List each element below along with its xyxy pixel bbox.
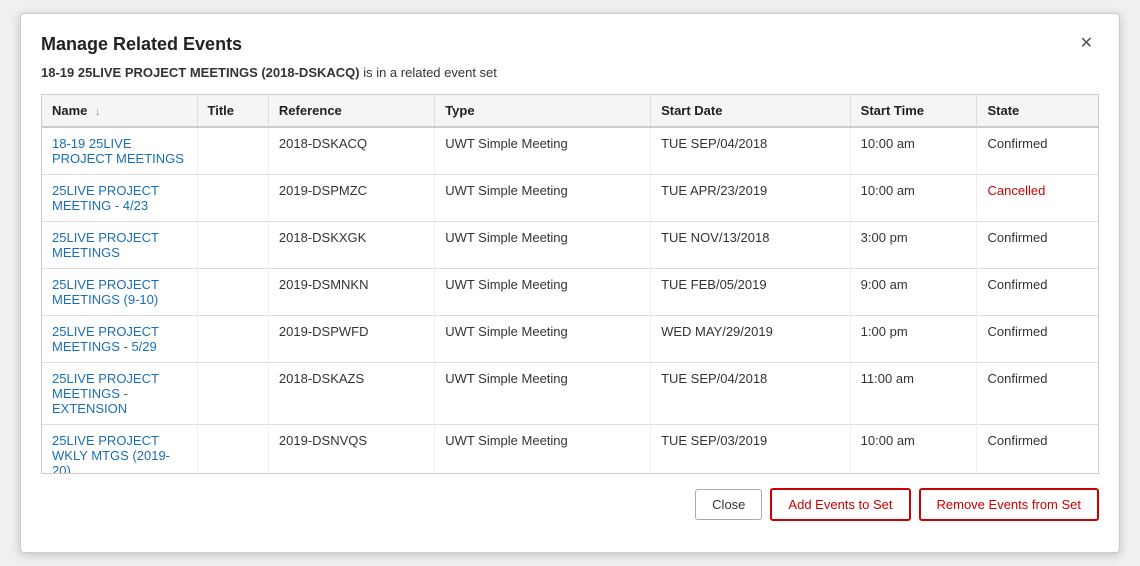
cell-type: UWT Simple Meeting — [435, 222, 651, 269]
cell-state: Confirmed — [977, 363, 1098, 425]
table-body: 18-19 25LIVE PROJECT MEETINGS 2018-DSKAC… — [42, 127, 1098, 474]
cell-reference: 2019-DSPMZC — [268, 175, 434, 222]
cell-name[interactable]: 25LIVE PROJECT MEETINGS — [42, 222, 197, 269]
cell-state: Confirmed — [977, 316, 1098, 363]
table-row: 25LIVE PROJECT MEETINGS 2018-DSKXGK UWT … — [42, 222, 1098, 269]
cell-type: UWT Simple Meeting — [435, 316, 651, 363]
table-row: 25LIVE PROJECT MEETINGS - 5/29 2019-DSPW… — [42, 316, 1098, 363]
cell-title — [197, 316, 268, 363]
close-icon[interactable]: ✕ — [1074, 34, 1099, 54]
cell-title — [197, 222, 268, 269]
cell-title — [197, 269, 268, 316]
subtitle: 18-19 25LIVE PROJECT MEETINGS (2018-DSKA… — [41, 65, 1099, 80]
add-events-button[interactable]: Add Events to Set — [770, 488, 910, 521]
modal-header: Manage Related Events ✕ — [41, 34, 1099, 55]
col-type: Type — [435, 95, 651, 127]
cell-start-time: 1:00 pm — [850, 316, 977, 363]
cell-title — [197, 363, 268, 425]
cell-start-time: 9:00 am — [850, 269, 977, 316]
table-row: 25LIVE PROJECT WKLY MTGS (2019-20) 2019-… — [42, 425, 1098, 475]
cell-reference: 2018-DSKAZS — [268, 363, 434, 425]
cell-state: Confirmed — [977, 222, 1098, 269]
modal-title: Manage Related Events — [41, 34, 242, 55]
cell-type: UWT Simple Meeting — [435, 425, 651, 475]
col-state: State — [977, 95, 1098, 127]
cell-reference: 2019-DSNVQS — [268, 425, 434, 475]
table-row: 25LIVE PROJECT MEETINGS - EXTENSION 2018… — [42, 363, 1098, 425]
cell-state: Cancelled — [977, 175, 1098, 222]
cell-type: UWT Simple Meeting — [435, 269, 651, 316]
events-table-container: Name ↓ Title Reference Type Start Date S… — [41, 94, 1099, 474]
sort-arrow-name: ↓ — [95, 106, 101, 118]
cell-state: Confirmed — [977, 425, 1098, 475]
col-reference: Reference — [268, 95, 434, 127]
subtitle-bold: 18-19 25LIVE PROJECT MEETINGS (2018-DSKA… — [41, 65, 360, 80]
cell-title — [197, 425, 268, 475]
cell-title — [197, 127, 268, 175]
cell-start-date: WED MAY/29/2019 — [651, 316, 851, 363]
cell-reference: 2019-DSMNKN — [268, 269, 434, 316]
cell-title — [197, 175, 268, 222]
cell-state: Confirmed — [977, 127, 1098, 175]
modal-footer: Close Add Events to Set Remove Events fr… — [41, 488, 1099, 521]
subtitle-rest: is in a related event set — [360, 65, 497, 80]
table-header: Name ↓ Title Reference Type Start Date S… — [42, 95, 1098, 127]
col-title: Title — [197, 95, 268, 127]
col-start-date: Start Date — [651, 95, 851, 127]
cell-start-date: TUE SEP/04/2018 — [651, 127, 851, 175]
cell-start-time: 10:00 am — [850, 127, 977, 175]
cell-type: UWT Simple Meeting — [435, 127, 651, 175]
cell-start-date: TUE SEP/04/2018 — [651, 363, 851, 425]
close-button[interactable]: Close — [695, 489, 762, 520]
manage-related-events-modal: Manage Related Events ✕ 18-19 25LIVE PRO… — [20, 13, 1120, 553]
table-row: 25LIVE PROJECT MEETING - 4/23 2019-DSPMZ… — [42, 175, 1098, 222]
cell-reference: 2018-DSKXGK — [268, 222, 434, 269]
table-row: 18-19 25LIVE PROJECT MEETINGS 2018-DSKAC… — [42, 127, 1098, 175]
col-start-time: Start Time — [850, 95, 977, 127]
cell-name[interactable]: 18-19 25LIVE PROJECT MEETINGS — [42, 127, 197, 175]
cell-name[interactable]: 25LIVE PROJECT MEETINGS - EXTENSION — [42, 363, 197, 425]
events-table: Name ↓ Title Reference Type Start Date S… — [42, 95, 1098, 474]
cell-name[interactable]: 25LIVE PROJECT MEETINGS (9-10) — [42, 269, 197, 316]
cell-start-time: 10:00 am — [850, 425, 977, 475]
table-row: 25LIVE PROJECT MEETINGS (9-10) 2019-DSMN… — [42, 269, 1098, 316]
cell-type: UWT Simple Meeting — [435, 363, 651, 425]
cell-start-date: TUE SEP/03/2019 — [651, 425, 851, 475]
cell-type: UWT Simple Meeting — [435, 175, 651, 222]
cell-reference: 2018-DSKACQ — [268, 127, 434, 175]
cell-start-date: TUE FEB/05/2019 — [651, 269, 851, 316]
cell-reference: 2019-DSPWFD — [268, 316, 434, 363]
cell-start-date: TUE APR/23/2019 — [651, 175, 851, 222]
cell-start-time: 11:00 am — [850, 363, 977, 425]
col-name[interactable]: Name ↓ — [42, 95, 197, 127]
cell-start-time: 10:00 am — [850, 175, 977, 222]
cell-start-date: TUE NOV/13/2018 — [651, 222, 851, 269]
cell-name[interactable]: 25LIVE PROJECT MEETINGS - 5/29 — [42, 316, 197, 363]
cell-name[interactable]: 25LIVE PROJECT WKLY MTGS (2019-20) — [42, 425, 197, 475]
remove-events-button[interactable]: Remove Events from Set — [919, 488, 1100, 521]
cell-name[interactable]: 25LIVE PROJECT MEETING - 4/23 — [42, 175, 197, 222]
cell-start-time: 3:00 pm — [850, 222, 977, 269]
cell-state: Confirmed — [977, 269, 1098, 316]
